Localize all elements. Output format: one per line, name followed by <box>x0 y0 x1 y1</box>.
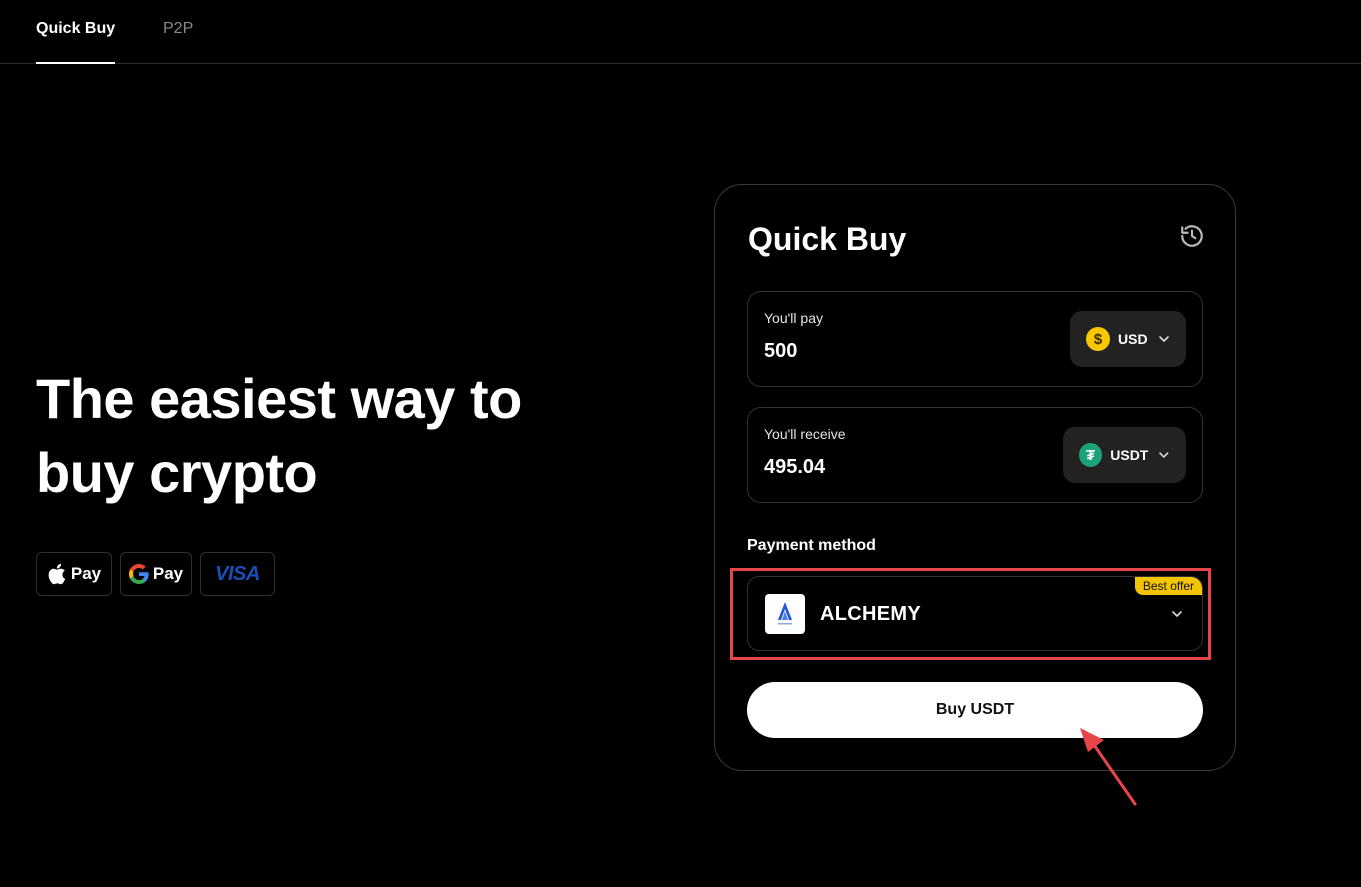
google-pay-label: Pay <box>152 564 184 583</box>
receive-field[interactable]: You'll receive 495.04 ₮ USDT <box>747 407 1203 503</box>
hero-title: The easiest way to buy crypto <box>36 362 596 510</box>
chevron-down-icon <box>1172 611 1182 617</box>
payment-badges: Pay Pay VISA <box>36 552 275 596</box>
hero-title-line-1: The easiest way to <box>36 367 522 430</box>
tab-p2p[interactable]: P2P <box>163 20 193 64</box>
apple-pay-badge: Pay <box>36 552 112 596</box>
alchemy-logo-icon <box>778 602 792 625</box>
tab-quick-buy[interactable]: Quick Buy <box>36 20 116 64</box>
receive-label: You'll receive <box>764 426 846 442</box>
google-icon <box>128 564 149 584</box>
apple-pay-label: Pay <box>70 564 102 583</box>
payment-provider-selector[interactable]: ALCHEMY Best offer <box>747 576 1203 651</box>
apple-icon <box>48 563 66 585</box>
card-title: Quick Buy <box>748 221 907 257</box>
google-pay-badge: Pay <box>120 552 192 596</box>
usd-coin-icon: $ <box>1086 327 1110 351</box>
pay-field[interactable]: You'll pay 500 $ USD <box>747 291 1203 387</box>
pay-currency-label: USD <box>1118 331 1148 347</box>
usdt-coin-icon: ₮ <box>1079 443 1103 467</box>
visa-badge: VISA <box>200 552 275 596</box>
top-nav: Quick Buy P2P <box>0 0 1361 64</box>
history-icon[interactable] <box>1179 223 1205 249</box>
payment-method-label: Payment method <box>747 537 876 554</box>
best-offer-badge: Best offer <box>1134 577 1202 595</box>
pay-currency-selector[interactable]: $ USD <box>1070 311 1186 367</box>
pay-amount-input[interactable]: 500 <box>764 340 797 363</box>
quick-buy-card: Quick Buy You'll pay 500 $ USD You'll re… <box>714 184 1236 771</box>
provider-name: ALCHEMY <box>820 603 921 625</box>
hero-title-line-2: buy crypto <box>36 441 318 504</box>
visa-label: VISA <box>215 562 260 585</box>
receive-currency-label: USDT <box>1110 447 1149 463</box>
annotation-arrow-icon <box>1080 728 1137 806</box>
alchemy-logo <box>765 594 805 634</box>
chevron-down-icon <box>1158 336 1169 342</box>
pay-label: You'll pay <box>764 310 823 326</box>
receive-amount: 495.04 <box>764 456 826 478</box>
receive-currency-selector[interactable]: ₮ USDT <box>1063 427 1186 483</box>
chevron-down-icon <box>1159 452 1169 458</box>
